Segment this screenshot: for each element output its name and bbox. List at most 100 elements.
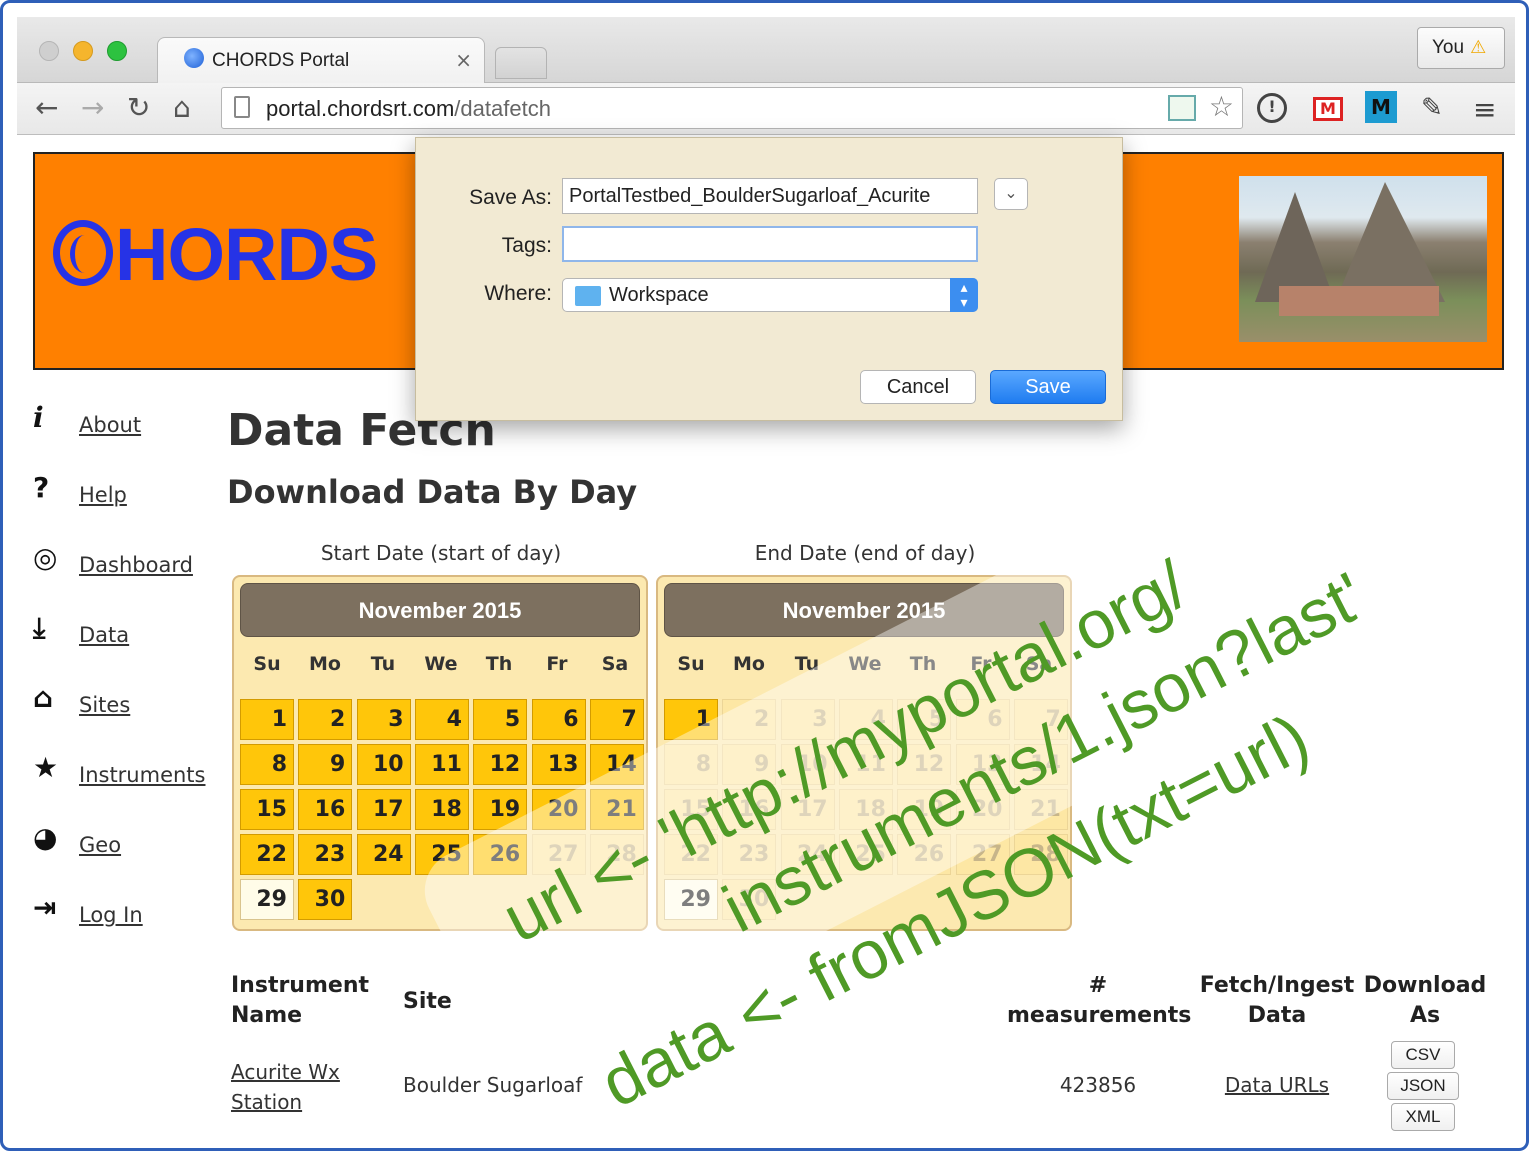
calendar-day[interactable]: 6 xyxy=(531,699,586,740)
tags-input[interactable] xyxy=(562,226,978,262)
calendar-day[interactable]: 9 xyxy=(298,744,353,785)
browser-titlebar: CHORDS Portal × You ⚠ xyxy=(17,17,1515,83)
window-maximize-button[interactable] xyxy=(107,41,127,61)
col-fetch-ingest: Fetch/Ingest Data xyxy=(1195,971,1359,1031)
calendar-day[interactable]: 1 xyxy=(240,699,294,740)
calendar-day[interactable]: 12 xyxy=(473,744,528,785)
data-urls-link[interactable]: Data URLs xyxy=(1195,1073,1359,1097)
where-select[interactable]: Workspace ▴ ▾ xyxy=(562,278,978,312)
csv-button[interactable]: CSV xyxy=(1391,1041,1455,1069)
tab-title: CHORDS Portal xyxy=(212,50,350,71)
photo-building xyxy=(1279,286,1439,316)
json-button[interactable]: JSON xyxy=(1387,1072,1459,1100)
col-header-line: As xyxy=(1409,1003,1441,1028)
sidebar-item-dashboard[interactable]: ◎ Dashboard xyxy=(33,541,223,581)
tab-close-icon[interactable]: × xyxy=(455,48,472,72)
calendar-day[interactable]: 22 xyxy=(240,834,294,875)
save-as-input[interactable]: PortalTestbed_BoulderSugarloaf_Acurite xyxy=(562,178,978,214)
calendar-day[interactable]: 23 xyxy=(298,834,353,875)
calendar-day[interactable]: 5 xyxy=(473,699,528,740)
calendar-day[interactable]: 16 xyxy=(298,789,353,830)
cancel-button[interactable]: Cancel xyxy=(860,370,976,404)
weekday-label: We xyxy=(424,653,458,675)
instrument-name-link[interactable]: Acurite Wx Station xyxy=(231,1057,340,1117)
section-title: Download Data By Day xyxy=(227,473,638,511)
new-tab-button[interactable] xyxy=(495,47,547,79)
calendar-day[interactable]: 11 xyxy=(414,744,469,785)
forward-arrow-icon[interactable]: → xyxy=(81,91,104,124)
calendar-day[interactable]: 18 xyxy=(414,789,469,830)
sidebar-link-data[interactable]: Data xyxy=(79,623,129,647)
calendar-day[interactable]: 13 xyxy=(531,744,586,785)
sidebar-item-sites[interactable]: ⌂ Sites xyxy=(33,681,223,721)
sidebar-item-login[interactable]: ⇥ Log In xyxy=(33,891,223,931)
photo-rock xyxy=(1335,182,1445,302)
calendar-day[interactable]: 30 xyxy=(298,879,353,920)
url-text: portal.chordsrt.com/datafetch xyxy=(266,96,551,122)
tab-chords-portal[interactable]: CHORDS Portal × xyxy=(157,37,485,83)
sidebar-link-help[interactable]: Help xyxy=(79,483,127,507)
col-measurements: # measurements xyxy=(1007,971,1192,1031)
instrument-name-line[interactable]: Acurite Wx xyxy=(231,1057,340,1087)
download-icon: ⤓ xyxy=(33,611,46,644)
col-instrument-name: Instrument Name xyxy=(231,971,369,1031)
info-extension-icon[interactable]: ! xyxy=(1257,93,1287,123)
calendar-day[interactable]: 15 xyxy=(240,789,294,830)
col-header-line: Data xyxy=(1247,1003,1307,1028)
sidebar-link-geo[interactable]: Geo xyxy=(79,833,121,857)
weekday-label: Tu xyxy=(370,653,396,675)
where-value: Workspace xyxy=(609,284,709,306)
col-header-line: Download xyxy=(1363,973,1487,998)
calendar-day[interactable]: 10 xyxy=(356,744,411,785)
calendar-day[interactable]: 29 xyxy=(240,879,294,920)
xml-button[interactable]: XML xyxy=(1391,1103,1455,1131)
weekday-label: Sa xyxy=(601,653,629,675)
select-arrows-icon: ▴ ▾ xyxy=(950,278,978,312)
sidebar-item-geo[interactable]: ◕ Geo xyxy=(33,821,223,861)
calendar-day[interactable]: 4 xyxy=(414,699,469,740)
menu-icon[interactable]: ≡ xyxy=(1473,93,1496,126)
sidebar-link-about[interactable]: About xyxy=(79,413,141,437)
window-close-button[interactable] xyxy=(39,41,59,61)
dashboard-icon: ◎ xyxy=(33,541,58,574)
sidebar-item-data[interactable]: ⤓ Data xyxy=(33,611,223,651)
bookmark-star-icon[interactable]: ☆ xyxy=(1209,90,1234,123)
col-header-line: Fetch/Ingest xyxy=(1199,973,1355,998)
profile-button[interactable]: You ⚠ xyxy=(1417,27,1505,69)
weekday-label: Mo xyxy=(309,653,341,675)
site-cell: Boulder Sugarloaf xyxy=(403,1073,583,1097)
sidebar-item-help[interactable]: ? Help xyxy=(33,471,223,511)
calendar-day[interactable]: 24 xyxy=(356,834,411,875)
chords-logo[interactable]: HORDS xyxy=(53,212,378,297)
sidebar-link-dashboard[interactable]: Dashboard xyxy=(79,553,193,577)
save-button[interactable]: Save xyxy=(990,370,1106,404)
home-icon: ⌂ xyxy=(33,681,54,714)
sidebar-link-sites[interactable]: Sites xyxy=(79,693,130,717)
instrument-name-line[interactable]: Station xyxy=(231,1087,340,1117)
browser-toolbar: ← → ↻ ⌂ portal.chordsrt.com/datafetch ☆ … xyxy=(17,83,1515,135)
home-icon[interactable]: ⌂ xyxy=(173,91,191,124)
calendar-day[interactable]: 17 xyxy=(356,789,411,830)
sidebar-item-about[interactable]: i About xyxy=(33,401,223,441)
reload-icon[interactable]: ↻ xyxy=(127,91,150,124)
calendar-day[interactable]: 3 xyxy=(356,699,411,740)
address-bar[interactable]: portal.chordsrt.com/datafetch ☆ xyxy=(221,87,1243,129)
calendar-day[interactable]: 8 xyxy=(240,744,294,785)
window-minimize-button[interactable] xyxy=(73,41,93,61)
expand-dialog-button[interactable]: ⌄ xyxy=(994,178,1028,210)
sidebar-link-login[interactable]: Log In xyxy=(79,903,143,927)
back-arrow-icon[interactable]: ← xyxy=(35,91,58,124)
m-extension-icon[interactable]: M xyxy=(1365,91,1397,123)
calendar-day[interactable]: 7 xyxy=(589,699,644,740)
col-header-line: measurements xyxy=(1007,1003,1192,1028)
evernote-extension-icon[interactable]: ✎ xyxy=(1421,93,1443,123)
sidebar-link-instruments[interactable]: Instruments xyxy=(79,763,205,787)
profile-label: You xyxy=(1432,37,1465,58)
gmail-extension-icon[interactable]: M xyxy=(1313,97,1343,121)
col-site: Site xyxy=(403,989,452,1014)
sidebar-item-instruments[interactable]: ★ Instruments xyxy=(33,751,223,791)
reader-extension-icon[interactable] xyxy=(1168,95,1196,121)
calendar-day[interactable]: 2 xyxy=(298,699,353,740)
measurements-cell: 423856 xyxy=(1059,1073,1137,1097)
calendar-month-header[interactable]: November 2015 xyxy=(240,583,640,637)
